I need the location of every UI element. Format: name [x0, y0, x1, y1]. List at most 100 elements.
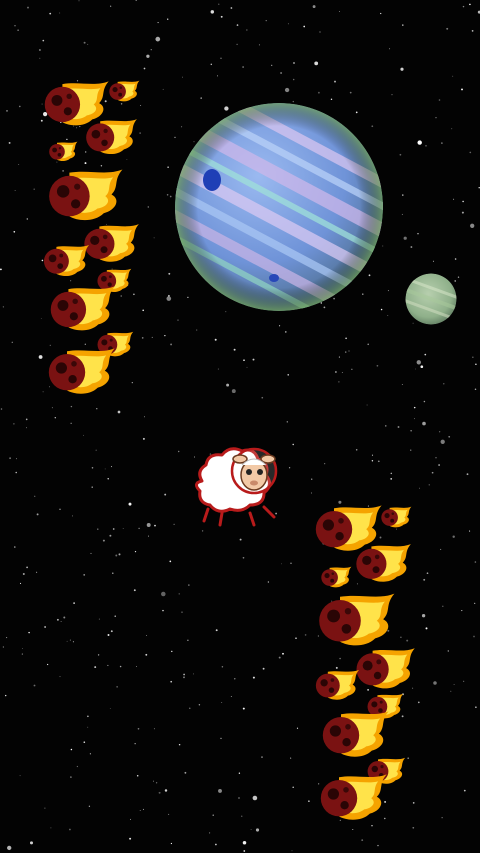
star	[139, 132, 141, 134]
star	[220, 57, 222, 60]
star	[150, 49, 152, 51]
sheep-astronaut-icon[interactable]	[188, 437, 284, 533]
star	[26, 427, 27, 429]
star	[371, 454, 374, 456]
star	[220, 15, 223, 18]
star	[390, 472, 393, 475]
star	[9, 457, 12, 460]
star	[83, 434, 85, 436]
star	[153, 237, 155, 239]
star	[17, 29, 19, 31]
star	[377, 460, 380, 463]
meteor-icon	[322, 711, 389, 757]
star	[303, 25, 306, 28]
star	[410, 449, 412, 451]
star	[236, 24, 239, 26]
star	[433, 681, 437, 685]
star	[461, 88, 463, 91]
star	[335, 371, 337, 373]
meteor-icon	[84, 224, 139, 262]
star	[129, 818, 132, 820]
star	[15, 471, 17, 474]
star	[469, 3, 471, 6]
star	[286, 421, 288, 423]
star	[83, 41, 86, 44]
star	[367, 343, 369, 346]
star	[152, 780, 155, 782]
star	[42, 39, 45, 42]
star	[416, 360, 421, 365]
star	[21, 648, 23, 650]
star	[243, 359, 245, 361]
star	[25, 418, 28, 421]
star	[18, 105, 21, 108]
star	[242, 840, 247, 845]
star	[317, 91, 320, 94]
star	[170, 842, 173, 845]
star	[181, 126, 183, 128]
meteor-icon	[50, 286, 115, 331]
meteor-icon	[320, 774, 387, 820]
star	[446, 27, 449, 30]
star	[95, 449, 97, 451]
star	[133, 589, 136, 592]
star	[97, 528, 99, 530]
star	[474, 602, 476, 605]
star	[218, 3, 220, 5]
star	[145, 653, 148, 656]
star	[355, 111, 358, 114]
star	[349, 91, 352, 94]
star	[441, 817, 443, 819]
star	[419, 487, 421, 489]
star	[428, 484, 430, 486]
star	[462, 200, 464, 203]
star	[387, 315, 389, 316]
star	[21, 653, 23, 655]
star	[78, 0, 80, 2]
star	[311, 478, 313, 480]
star	[178, 743, 181, 746]
star	[355, 449, 358, 451]
star	[406, 639, 409, 642]
game-scene[interactable]	[0, 0, 480, 853]
star	[173, 523, 175, 526]
star	[128, 502, 132, 506]
star	[38, 49, 41, 51]
star	[189, 707, 191, 709]
star	[262, 667, 265, 670]
star	[432, 260, 434, 262]
star	[401, 213, 403, 215]
star	[452, 535, 455, 538]
star	[60, 620, 62, 622]
star	[415, 368, 416, 370]
star	[66, 640, 68, 642]
star	[339, 657, 341, 660]
star	[137, 727, 140, 730]
star	[403, 236, 407, 240]
star	[100, 165, 103, 167]
star	[214, 338, 217, 341]
star	[291, 850, 293, 852]
star	[361, 839, 364, 841]
star	[18, 163, 20, 165]
star	[330, 98, 333, 101]
star	[50, 827, 52, 829]
star	[166, 194, 169, 196]
star	[70, 280, 72, 282]
star	[14, 25, 16, 27]
star	[181, 76, 184, 78]
star	[426, 572, 429, 575]
star	[310, 492, 312, 494]
star	[284, 331, 287, 333]
star	[401, 383, 403, 386]
star	[225, 311, 227, 313]
star	[111, 466, 113, 468]
star	[7, 845, 12, 851]
star	[417, 140, 422, 145]
star	[158, 791, 161, 794]
star	[453, 684, 455, 686]
star	[147, 206, 150, 208]
star	[339, 11, 340, 12]
star	[400, 67, 404, 71]
star	[390, 478, 393, 480]
